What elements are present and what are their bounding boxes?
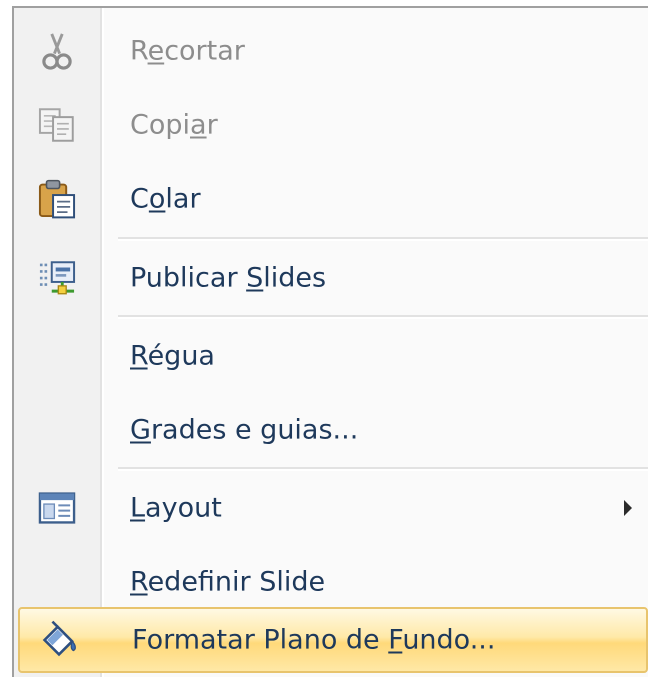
- context-menu: Recortar Copiar Colar Publicar Slides Ré…: [12, 6, 648, 677]
- menu-item-label: Colar: [130, 183, 201, 215]
- menu-item-label: Redefinir Slide: [130, 566, 326, 598]
- menu-item-label: Grades e guias...: [130, 414, 359, 446]
- menu-item-label: Recortar: [130, 35, 245, 67]
- menu-item-layout[interactable]: Layout: [14, 471, 648, 545]
- menu-item-copy[interactable]: Copiar: [14, 88, 648, 162]
- menu-item-format-background[interactable]: Formatar Plano de Fundo...: [18, 607, 648, 673]
- menu-item-publish-slides[interactable]: Publicar Slides: [14, 241, 648, 315]
- paint-bucket-icon: [42, 620, 76, 657]
- scissors-icon: [42, 33, 72, 70]
- menu-item-label: Publicar Slides: [130, 262, 327, 294]
- menu-item-label: Copiar: [130, 109, 218, 141]
- menu-item-label: Régua: [130, 340, 215, 372]
- menu-item-paste[interactable]: Colar: [14, 162, 648, 236]
- menu-item-grids-and-guides[interactable]: Grades e guias...: [14, 393, 648, 467]
- menu-item-ruler[interactable]: Régua: [14, 319, 648, 393]
- menu-item-label: Formatar Plano de Fundo...: [132, 624, 496, 656]
- menu-item-cut[interactable]: Recortar: [14, 14, 648, 88]
- layout-icon: [38, 492, 76, 524]
- menu-item-label: Layout: [130, 492, 222, 524]
- publish-slides-icon: [39, 261, 76, 295]
- copy-icon: [38, 108, 74, 142]
- paste-icon: [38, 179, 76, 219]
- submenu-arrow-icon: [624, 500, 632, 516]
